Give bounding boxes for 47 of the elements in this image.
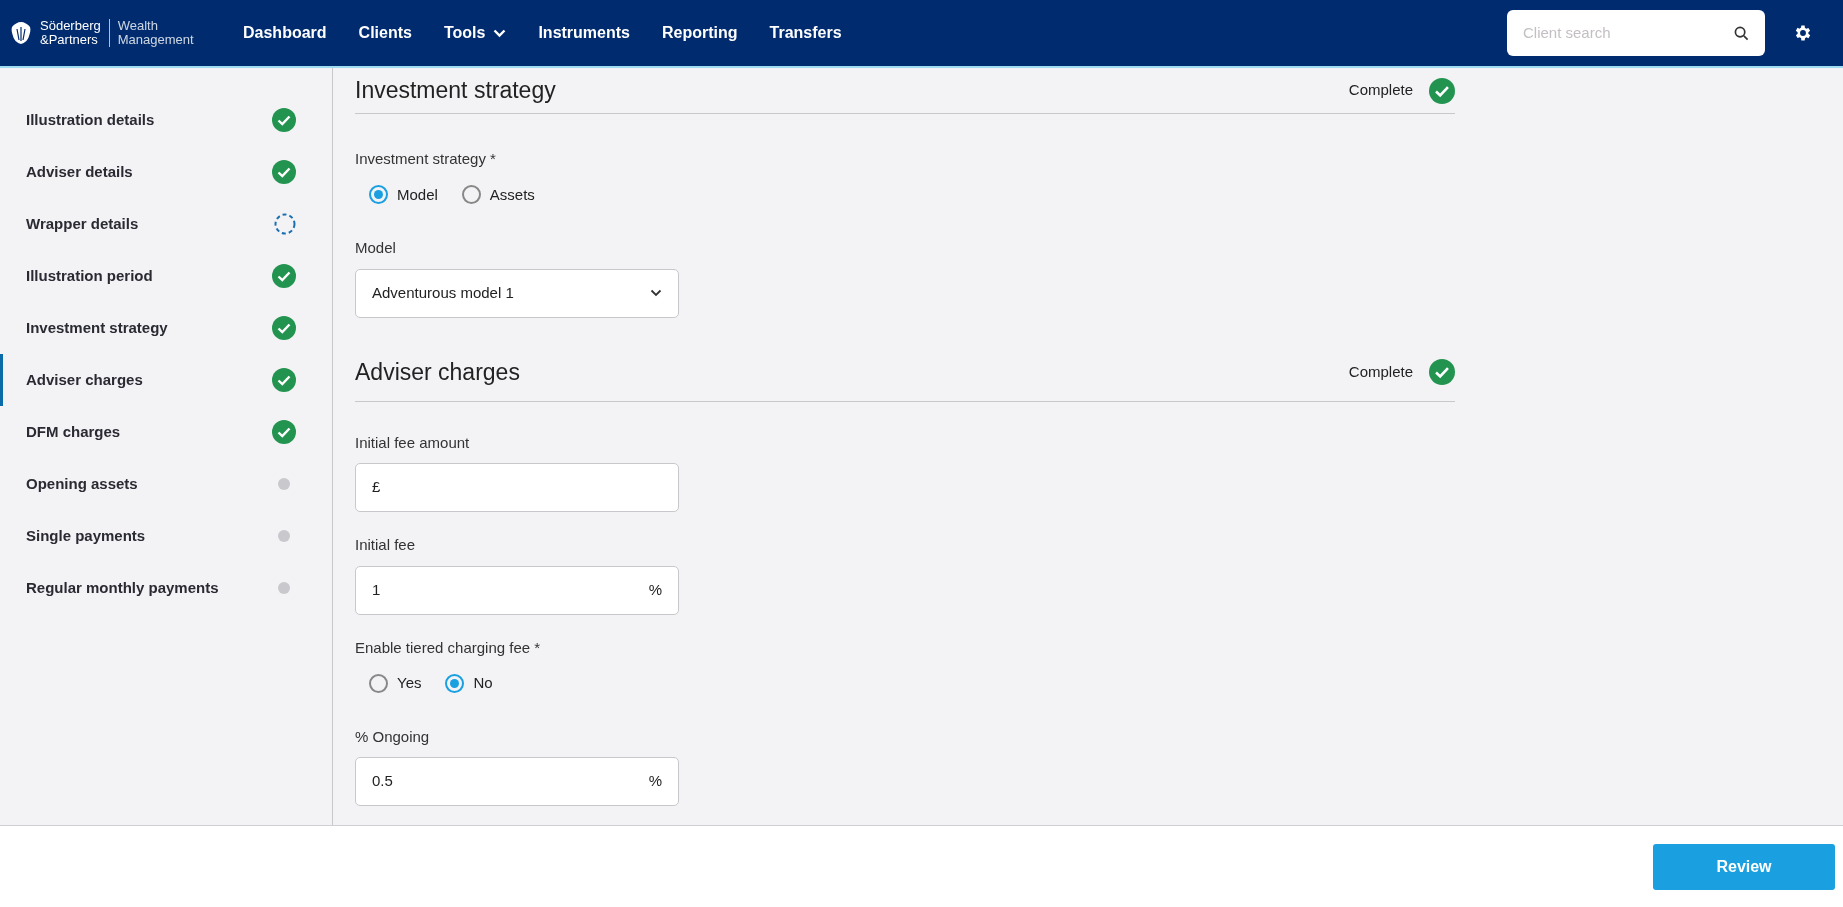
section-heading: Investment strategy	[355, 76, 557, 106]
sidebar-item[interactable]: DFM charges	[0, 406, 332, 458]
division-name-text: Wealth	[117, 19, 159, 33]
division-name-text: Management	[117, 33, 194, 47]
text-input-field[interactable]: £	[355, 463, 679, 512]
section-heading: Adviser charges	[355, 357, 521, 387]
radio-option[interactable]: Assets	[461, 183, 535, 206]
field-label: % Ongoing	[355, 726, 431, 747]
field-label: Enable tiered charging fee *	[355, 637, 542, 658]
nav-link[interactable]: Dashboard	[243, 21, 327, 45]
model-dropdown[interactable]: Adventurous model 1	[355, 268, 679, 318]
brand-name-text: Söderberg	[40, 19, 101, 33]
nav-link[interactable]: Transfers	[769, 21, 842, 45]
field-label: Initial fee amount	[355, 432, 471, 453]
sidebar-item[interactable]: Regular monthly payments	[0, 562, 332, 614]
sidebar-item[interactable]: Opening assets	[0, 458, 332, 510]
radio-button[interactable]	[461, 185, 481, 205]
sidebar-item[interactable]: Adviser charges	[0, 354, 332, 406]
settings-icon[interactable]	[1793, 23, 1813, 43]
sidebar-item[interactable]: Single payments	[0, 510, 332, 562]
status-text: Complete	[1348, 361, 1413, 382]
field-label: Model	[355, 238, 397, 258]
nav-link[interactable]: Instruments	[538, 21, 630, 45]
status-text: Complete	[1348, 80, 1413, 101]
sidebar-item[interactable]: Illustration period	[0, 250, 332, 302]
radio-option[interactable]: No	[445, 672, 493, 695]
radio-option[interactable]: Model	[369, 183, 438, 206]
radio-option[interactable]: Yes	[369, 672, 422, 695]
field-label: Initial fee	[355, 535, 417, 555]
text-input-field[interactable]: 0.5 %	[355, 757, 679, 806]
lion-logo-icon	[10, 21, 32, 45]
nav-link[interactable]: Reporting	[662, 21, 738, 45]
radio-button[interactable]	[445, 673, 465, 693]
sidebar-item[interactable]: Illustration details	[0, 94, 332, 146]
sidebar-item[interactable]: Investment strategy	[0, 302, 332, 354]
field-label: Investment strategy *	[355, 149, 497, 169]
sidebar-item[interactable]: Wrapper details	[0, 198, 332, 250]
chevron-down-icon	[493, 28, 507, 38]
search-icon	[1734, 25, 1749, 41]
radio-button[interactable]	[369, 673, 388, 693]
text-input-field[interactable]: 1 %	[355, 565, 679, 615]
nav-link[interactable]: Clients	[358, 21, 412, 45]
nav-link[interactable]: Tools	[443, 21, 507, 45]
sidebar-item[interactable]: Adviser details	[0, 146, 332, 198]
chevron-down-icon	[650, 289, 662, 297]
brand-name-text: &Partners	[40, 33, 98, 47]
radio-button[interactable]	[369, 185, 388, 205]
